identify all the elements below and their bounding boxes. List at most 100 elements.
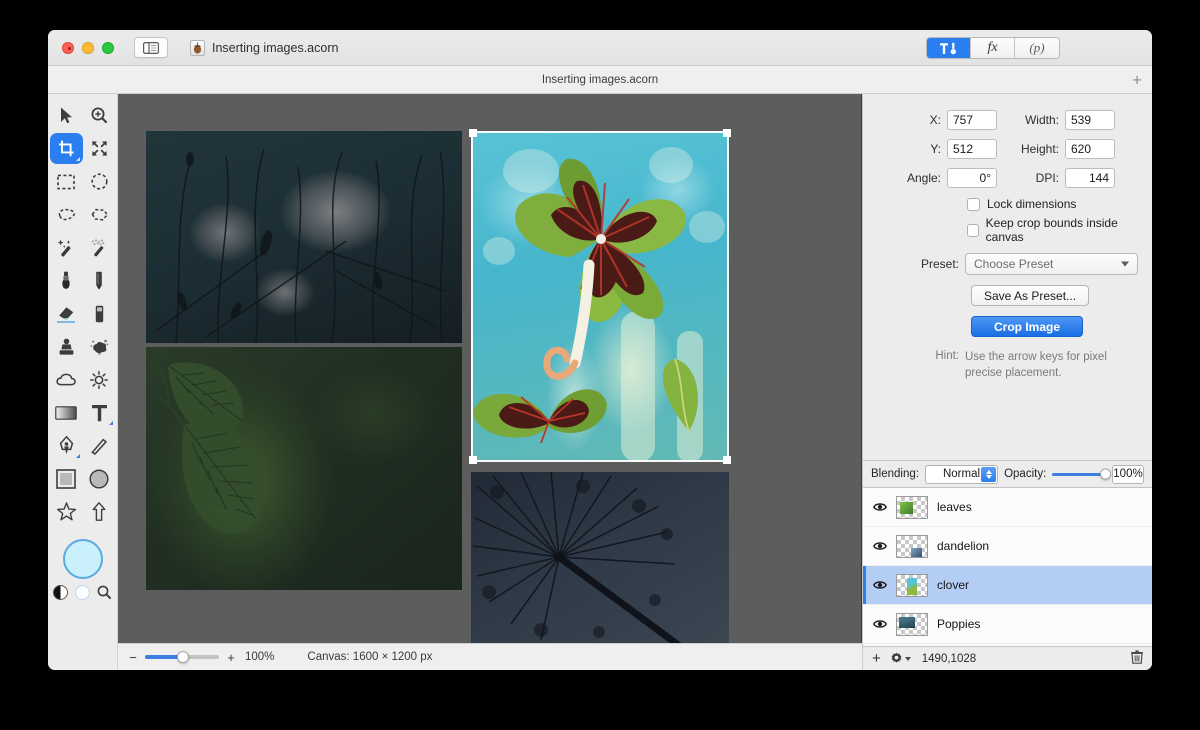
layer-settings-button[interactable] [890, 652, 911, 665]
tab-properties[interactable]: (p) [1015, 38, 1059, 58]
line-tool[interactable] [83, 430, 116, 461]
crop-inspector: X: 757 Width: 539 Y: 512 Height: 620 Ang… [863, 94, 1152, 391]
sidebar-toggle-button[interactable] [134, 37, 168, 58]
leaves-photo[interactable] [146, 347, 462, 590]
rectangle-select-tool[interactable] [50, 166, 83, 197]
dandelion-photo[interactable] [471, 472, 729, 643]
lock-dimensions-row[interactable]: Lock dimensions [877, 197, 1138, 211]
preset-dropdown[interactable]: Choose Preset [965, 253, 1138, 275]
layer-row[interactable]: dandelion [863, 527, 1152, 566]
magic-wand-tool[interactable] [50, 232, 83, 263]
opacity-label: Opacity: [1004, 468, 1047, 480]
foreground-color-swatch[interactable] [62, 539, 103, 579]
inspector-segmented-control[interactable]: fx (p) [926, 37, 1060, 59]
add-layer-button[interactable]: + [872, 651, 881, 666]
polygon-lasso-tool[interactable] [83, 199, 116, 230]
smudge-tool[interactable] [83, 331, 116, 362]
brush-icon [62, 271, 70, 289]
close-button[interactable] [62, 41, 74, 54]
ellipse-shape-tool[interactable] [83, 463, 116, 494]
save-as-preset-button[interactable]: Save As Preset... [971, 285, 1090, 306]
layer-row[interactable]: clover [863, 566, 1152, 605]
zoom-slider-knob[interactable] [177, 651, 190, 663]
arrow-shape-tool[interactable] [83, 496, 116, 527]
zoom-slider[interactable] [145, 651, 219, 663]
brush-tool[interactable] [50, 265, 83, 296]
ellipse-select-tool[interactable] [83, 166, 116, 197]
move-tool[interactable] [50, 100, 83, 131]
eye-icon [873, 620, 887, 628]
canvas-area[interactable] [118, 94, 862, 643]
crop-tool[interactable] [49, 133, 83, 164]
text-tool[interactable] [83, 397, 116, 428]
marker-icon [95, 305, 103, 322]
tab-inserting-images[interactable]: Inserting images.acorn [542, 74, 658, 86]
dandelion-rays [472, 472, 682, 643]
zoom-button[interactable] [102, 41, 114, 54]
arrow-up-icon [92, 502, 106, 521]
keep-bounds-row[interactable]: Keep crop bounds inside canvas [877, 216, 1138, 244]
sun-icon [90, 370, 108, 389]
dodge-tool[interactable] [83, 364, 116, 395]
clover-photo[interactable] [471, 131, 729, 462]
layer-visibility-toggle[interactable] [873, 502, 887, 512]
gradient-tool[interactable] [50, 397, 83, 428]
keep-bounds-label: Keep crop bounds inside canvas [985, 216, 1118, 244]
crop-y-input[interactable]: 512 [947, 139, 997, 159]
zoom-tool[interactable] [83, 100, 116, 131]
half-circle-icon[interactable] [53, 585, 68, 600]
chevron-down-icon [985, 474, 992, 479]
pencil-tool[interactable] [83, 265, 116, 296]
chevron-down-icon [1121, 261, 1129, 267]
small-circle-icon[interactable] [75, 585, 90, 600]
layer-row[interactable]: Poppies [863, 605, 1152, 644]
leaves-image [146, 347, 462, 590]
layer-visibility-toggle[interactable] [873, 541, 887, 551]
crop-x-input[interactable]: 757 [947, 110, 997, 130]
canvas-vertical-scrollbar[interactable] [839, 98, 847, 639]
eye-icon [873, 503, 887, 511]
zoom-out-button[interactable]: − [128, 650, 138, 665]
clone-stamp-tool[interactable] [50, 331, 83, 362]
opacity-slider[interactable] [1052, 468, 1111, 480]
poppies-photo[interactable] [146, 131, 462, 343]
delete-layer-button[interactable] [1131, 650, 1143, 667]
lock-dimensions-checkbox[interactable] [967, 197, 980, 211]
transform-tool[interactable] [83, 133, 116, 164]
layer-visibility-toggle[interactable] [873, 580, 887, 590]
star-tool[interactable] [50, 496, 83, 527]
blending-dropdown[interactable]: Normal [924, 464, 999, 484]
crop-angle-label: Angle: [906, 171, 941, 185]
layer-thumb-content [911, 547, 922, 557]
magnifier-icon[interactable] [97, 585, 112, 600]
blur-tool[interactable] [50, 364, 83, 395]
crop-width-input[interactable]: 539 [1065, 110, 1115, 130]
zoom-in-button[interactable]: + [226, 650, 236, 665]
eraser-tool[interactable] [50, 298, 83, 329]
new-tab-button[interactable]: + [1132, 71, 1142, 88]
opacity-value-field[interactable]: 100% [1111, 464, 1144, 484]
stepper-icon[interactable] [981, 466, 997, 482]
pen-nib-icon [59, 436, 73, 454]
instant-alpha-tool[interactable] [83, 232, 116, 263]
tab-tools[interactable] [927, 38, 971, 58]
crop-image-button[interactable]: Crop Image [971, 316, 1084, 337]
lasso-tool[interactable] [50, 199, 83, 230]
canvas-sheet[interactable] [121, 94, 849, 643]
layer-row[interactable]: leaves [863, 488, 1152, 527]
document-title-group[interactable]: Inserting images.acorn [190, 39, 338, 56]
crop-height-input[interactable]: 620 [1065, 139, 1115, 159]
pen-tool[interactable] [50, 430, 83, 461]
crop-dpi-input[interactable]: 144 [1065, 168, 1115, 188]
marker-tool[interactable] [83, 298, 116, 329]
circle-icon [89, 468, 109, 489]
layer-visibility-toggle[interactable] [873, 619, 887, 629]
keep-bounds-checkbox[interactable] [967, 223, 979, 237]
crop-icon [58, 140, 74, 157]
opacity-slider-knob[interactable] [1099, 468, 1111, 480]
tool-palette [48, 94, 118, 670]
rectangle-shape-tool[interactable] [50, 463, 83, 494]
minimize-button[interactable] [82, 41, 94, 54]
tab-filters[interactable]: fx [971, 38, 1015, 58]
crop-angle-input[interactable]: 0° [947, 168, 997, 188]
